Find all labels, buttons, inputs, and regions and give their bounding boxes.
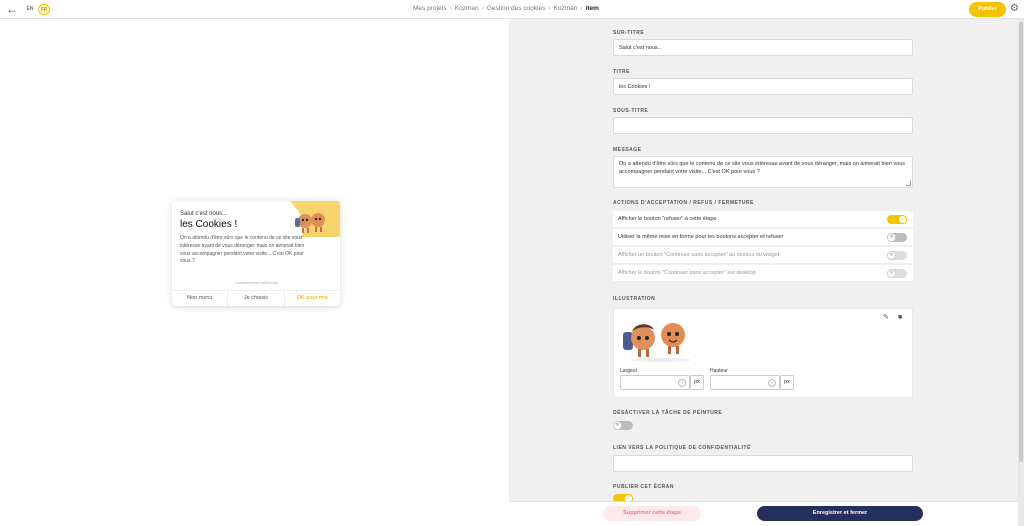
- chevron-right-icon: ›: [548, 5, 551, 12]
- preview-choose-button[interactable]: Je choisis: [228, 291, 285, 306]
- toggle-same-style[interactable]: ✕: [887, 233, 907, 242]
- close-icon: ✕: [887, 233, 896, 242]
- width-label: Largeur: [620, 368, 638, 374]
- close-icon: ✕: [887, 269, 896, 278]
- delete-step-button[interactable]: Supprimer cette étape: [603, 506, 701, 521]
- toggle-disable-paint[interactable]: ✕: [613, 421, 633, 430]
- toggle-continue-above[interactable]: ✕: [887, 251, 907, 260]
- message-text: On a attendu d'être sûrs que le contenu …: [619, 161, 905, 175]
- disable-paint-label: DÉSACTIVER LA TÂCHE DE PEINTURE: [613, 410, 723, 416]
- breadcrumb: Mes projets › Kozman › Gestion des cookies › K…: [413, 5, 599, 12]
- cookie-widget-preview: Salut c'est nous... les Cookies ! On a a…: [172, 201, 340, 306]
- breadcrumb-item[interactable]: Kozman: [455, 5, 479, 12]
- illustration-label: ILLUSTRATION: [613, 296, 656, 302]
- actions-label: ACTIONS D'ACCEPTATION / REFUS / FERMETUR…: [613, 200, 754, 206]
- save-and-close-button[interactable]: Enregistrer et fermer: [757, 506, 923, 521]
- breadcrumb-item[interactable]: Mes projets: [413, 5, 447, 12]
- trash-icon[interactable]: ■: [898, 314, 906, 322]
- height-unit: px: [780, 375, 794, 390]
- privacy-link-input[interactable]: [613, 455, 913, 472]
- subtitle-label: SOUS-TITRE: [613, 108, 649, 114]
- preview-refuse-button[interactable]: Non merci: [172, 291, 229, 306]
- breadcrumb-current: item: [585, 5, 599, 12]
- subtitle-input[interactable]: [613, 117, 913, 134]
- lang-fr-button[interactable]: FR: [38, 4, 50, 15]
- cookies-illustration-icon: [623, 323, 691, 362]
- title-input[interactable]: les Cookies !: [613, 78, 913, 95]
- gear-icon[interactable]: ⚙: [1010, 3, 1019, 15]
- preview-title: les Cookies !: [180, 219, 238, 230]
- preview-message: On a attendu d'être sûrs que le contenu …: [180, 235, 305, 265]
- toggle-continue-desktop[interactable]: ✕: [887, 269, 907, 278]
- height-input[interactable]: ↕: [710, 375, 780, 390]
- message-label: MESSAGE: [613, 147, 642, 153]
- preview-accept-button[interactable]: OK pour moi: [285, 291, 340, 306]
- option-continue-desktop[interactable]: Afficher le bouton "Continuer sans accep…: [613, 265, 913, 282]
- option-same-style[interactable]: Utiliser la même mise en forme pour les …: [613, 229, 913, 246]
- lang-en-button[interactable]: EN: [24, 4, 36, 15]
- title-label: TITRE: [613, 69, 630, 75]
- height-label: Hauteur: [710, 368, 728, 374]
- preview-actions: Non merci Je choisis OK pour moi: [172, 290, 340, 306]
- option-continue-above[interactable]: Afficher un bouton "Continuer sans accep…: [613, 247, 913, 264]
- check-icon: ✓: [898, 215, 907, 224]
- chevron-right-icon: ›: [481, 5, 484, 12]
- cookies-illustration-icon: [290, 201, 340, 237]
- arrow-left-icon[interactable]: ←: [5, 2, 19, 16]
- option-show-refuse[interactable]: Afficher le bouton "refuser" à cette éta…: [613, 211, 913, 228]
- chevron-right-icon: ›: [580, 5, 583, 12]
- stepper-icon[interactable]: ↕: [768, 379, 776, 387]
- close-icon: ✕: [613, 421, 622, 430]
- width-unit: px: [690, 375, 704, 390]
- breadcrumb-item[interactable]: Gestion des cookies: [487, 5, 546, 12]
- close-icon: ✕: [887, 251, 896, 260]
- publish-button[interactable]: Publier: [969, 2, 1006, 17]
- width-input[interactable]: ↕: [620, 375, 690, 390]
- stepper-icon[interactable]: ↕: [678, 379, 686, 387]
- pencil-icon[interactable]: ✎: [883, 314, 891, 322]
- resize-grip-icon[interactable]: [906, 181, 911, 186]
- message-textarea[interactable]: On a attendu d'être sûrs que le contenu …: [613, 156, 913, 188]
- surtitle-input[interactable]: Salut c'est nous...: [613, 39, 913, 56]
- surtitle-label: SUR-TITRE: [613, 30, 645, 36]
- scrollbar-thumb[interactable]: [1019, 22, 1023, 462]
- publish-screen-label: PUBLIER CET ÉCRAN: [613, 484, 675, 490]
- privacy-link-label: LIEN VERS LA POLITIQUE DE CONFIDENTIALIT…: [613, 445, 751, 451]
- breadcrumb-item[interactable]: Kozman: [554, 5, 578, 12]
- preview-surtitle: Salut c'est nous...: [180, 211, 228, 217]
- preview-certification: Consentements certifiés par: [234, 281, 278, 285]
- chevron-right-icon: ›: [449, 5, 452, 12]
- toggle-show-refuse[interactable]: ✓: [887, 215, 907, 224]
